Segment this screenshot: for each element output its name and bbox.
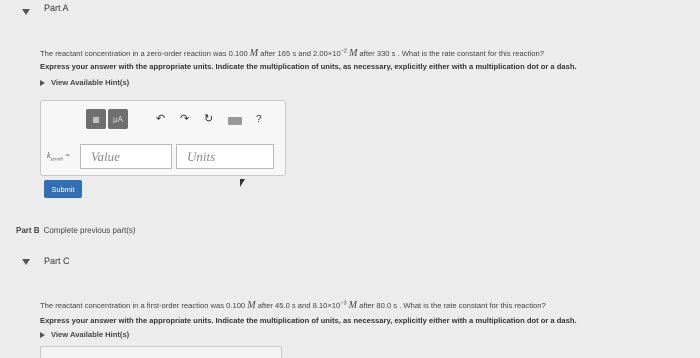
- hints-label: View Available Hint(s): [51, 330, 130, 339]
- mu-symbol-label: μA: [113, 114, 123, 124]
- part-c-instruction: Express your answer with the appropriate…: [40, 316, 577, 325]
- part-b-status: Complete previous part(s): [43, 226, 136, 235]
- units-input[interactable]: Units: [176, 144, 274, 169]
- part-b-label: Part B: [16, 226, 40, 235]
- redo-icon[interactable]: ↷: [180, 112, 189, 125]
- keyboard-icon[interactable]: [228, 117, 242, 125]
- rate-constant-label: kzeroth =: [47, 151, 71, 163]
- template-button[interactable]: ▦: [86, 109, 106, 129]
- expand-triangle-icon: [40, 79, 45, 86]
- help-icon[interactable]: ?: [256, 114, 262, 125]
- reset-icon[interactable]: ↻: [204, 112, 213, 125]
- part-a-question: The reactant concentration in a zero-ord…: [40, 48, 544, 59]
- symbol-button[interactable]: μA: [108, 109, 128, 129]
- part-a-title: Part A: [44, 3, 69, 13]
- template-icon: ▦: [92, 114, 100, 124]
- hints-label: View Available Hint(s): [51, 78, 130, 87]
- value-input[interactable]: Value: [80, 144, 172, 169]
- collapse-caret-icon[interactable]: [22, 9, 30, 15]
- expand-triangle-icon: [40, 331, 45, 338]
- part-a-hints-link[interactable]: View Available Hint(s): [40, 78, 129, 87]
- part-c-hints-link[interactable]: View Available Hint(s): [40, 330, 129, 339]
- mouse-cursor-icon: [240, 179, 245, 187]
- collapse-caret-icon[interactable]: [22, 259, 30, 265]
- undo-icon[interactable]: ↶: [156, 112, 165, 125]
- part-b-row: Part B Complete previous part(s): [16, 226, 136, 235]
- equation-toolbar: ▦ μA: [86, 108, 130, 130]
- part-c-header[interactable]: Part C: [0, 248, 700, 274]
- part-c-answer-panel: [40, 346, 282, 358]
- submit-button[interactable]: Submit: [44, 180, 82, 198]
- part-a-instruction: Express your answer with the appropriate…: [40, 62, 577, 71]
- part-a-header[interactable]: Part A: [0, 0, 700, 26]
- part-c-question: The reactant concentration in a first-or…: [40, 300, 546, 311]
- part-c-title: Part C: [44, 256, 70, 266]
